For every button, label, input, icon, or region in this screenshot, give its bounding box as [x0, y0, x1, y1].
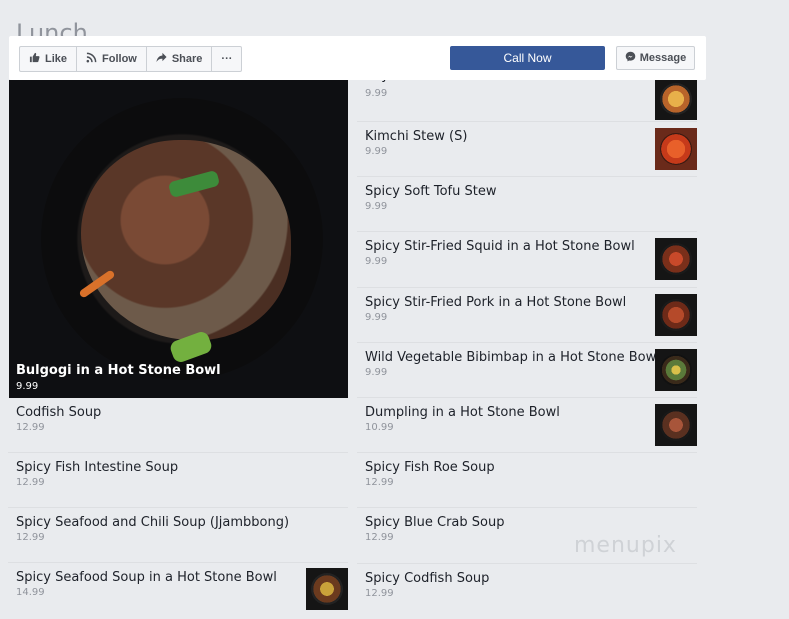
menu-item[interactable]: Dumpling in a Hot Stone Bowl 10.99 — [357, 398, 697, 454]
featured-item-price: 9.99 — [16, 381, 39, 392]
menu-item-thumbnail[interactable] — [655, 238, 697, 281]
action-button-group: Like Follow Share ··· — [19, 46, 243, 72]
message-label: Message — [639, 52, 687, 64]
menu-item-price: 14.99 — [16, 587, 45, 598]
more-options-button[interactable]: ··· — [212, 47, 241, 71]
messenger-icon — [625, 51, 636, 65]
menu-item-price: 9.99 — [365, 366, 388, 378]
share-arrow-icon — [156, 52, 167, 66]
menu-item[interactable]: Wild Vegetable Bibimbap in a Hot Stone B… — [357, 343, 697, 398]
menu-item-price: 9.99 — [365, 146, 388, 157]
menu-item-price: 10.99 — [365, 421, 394, 433]
menu-item-name: Codfish Soup — [16, 405, 102, 420]
menu-item-price: 12.99 — [365, 587, 394, 599]
menu-item[interactable]: Spicy Codfish Soup 12.99 — [357, 564, 697, 619]
menu-item-thumbnail[interactable] — [655, 348, 697, 391]
call-now-button[interactable]: Call Now — [450, 46, 605, 70]
menu-item-price: 9.99 — [365, 311, 388, 323]
menu-item[interactable]: Spicy Fish Roe Soup 12.99 — [357, 453, 697, 509]
menu-item-name: Spicy Seafood and Chili Soup (Jjambbong) — [16, 515, 290, 530]
like-button[interactable]: Like — [20, 47, 78, 71]
featured-item[interactable]: Bulgogi in a Hot Stone Bowl 9.99 — [9, 80, 348, 398]
page-action-bar: Like Follow Share ··· Call Now Message — [9, 36, 706, 80]
like-label: Like — [45, 53, 68, 65]
menu-item[interactable]: Spicy Seafood and Chili Soup (Jjambbong)… — [8, 508, 348, 563]
menu-item-price: 12.99 — [365, 532, 394, 544]
menu-item-name: Spicy Fish Intestine Soup — [16, 460, 179, 475]
menu-item[interactable]: Spicy Fish Intestine Soup 12.99 — [8, 453, 348, 508]
menu-item-name: Kimchi Stew (S) — [365, 129, 468, 144]
menu-item-name: Spicy Soft Tofu Stew — [365, 184, 497, 200]
menu-item[interactable]: Spicy Stir-Fried Pork in a Hot Stone Bow… — [357, 288, 697, 343]
menu-item-price: 12.99 — [365, 477, 394, 489]
menu-item-thumbnail[interactable] — [655, 128, 697, 170]
menu-item-thumbnail[interactable] — [655, 403, 697, 446]
menu-item-name: Spicy Stir-Fried Pork in a Hot Stone Bow… — [365, 294, 627, 310]
follow-label: Follow — [102, 53, 137, 65]
watermark-logo: menupix — [574, 533, 677, 558]
menu-item-name: Spicy Codfish Soup — [365, 570, 490, 586]
menu-item-name: Spicy Fish Roe Soup — [365, 460, 495, 476]
menu-item[interactable]: Codfish Soup 12.99 — [8, 398, 348, 453]
menu-item-name: Wild Vegetable Bibimbap in a Hot Stone B… — [365, 349, 660, 365]
thumbs-up-icon — [29, 52, 40, 66]
menu-item-price: 12.99 — [16, 422, 45, 433]
rss-icon — [86, 52, 97, 66]
menu-item-name: Spicy Stir-Fried Squid in a Hot Stone Bo… — [365, 239, 635, 255]
featured-item-name: Bulgogi in a Hot Stone Bowl — [16, 363, 221, 378]
message-button[interactable]: Message — [616, 46, 695, 70]
menu-list-left: Codfish Soup 12.99 Spicy Fish Intestine … — [8, 398, 348, 618]
menu-item-price: 9.99 — [365, 201, 388, 213]
menu-item[interactable]: Spicy Soft Tofu Stew 9.99 — [357, 177, 697, 233]
follow-button[interactable]: Follow — [77, 47, 147, 71]
menu-item-name: Spicy Blue Crab Soup — [365, 515, 505, 531]
menu-item-thumbnail[interactable] — [655, 293, 697, 336]
menu-item[interactable]: Spicy Stir-Fried Squid in a Hot Stone Bo… — [357, 232, 697, 288]
menu-item[interactable]: Soybean Paste Stew 9.99 — [357, 68, 697, 122]
menu-item-price: 9.99 — [365, 256, 388, 268]
menu-item-thumbnail[interactable] — [306, 568, 348, 610]
menu-item-thumbnail[interactable] — [655, 78, 697, 120]
menu-item-price: 12.99 — [16, 532, 45, 543]
menu-item[interactable]: Spicy Seafood Soup in a Hot Stone Bowl 1… — [8, 563, 348, 618]
share-label: Share — [171, 53, 203, 65]
share-button[interactable]: Share — [147, 47, 213, 71]
menu-item[interactable]: Kimchi Stew (S) 9.99 — [357, 122, 697, 178]
more-dots-icon: ··· — [221, 53, 233, 65]
menu-item-price: 9.99 — [365, 88, 388, 99]
menu-item-price: 12.99 — [16, 477, 45, 488]
menu-item-name: Spicy Seafood Soup in a Hot Stone Bowl — [16, 570, 277, 585]
featured-caption: Bulgogi in a Hot Stone Bowl 9.99 — [16, 363, 221, 392]
menu-item-name: Dumpling in a Hot Stone Bowl — [365, 404, 560, 420]
